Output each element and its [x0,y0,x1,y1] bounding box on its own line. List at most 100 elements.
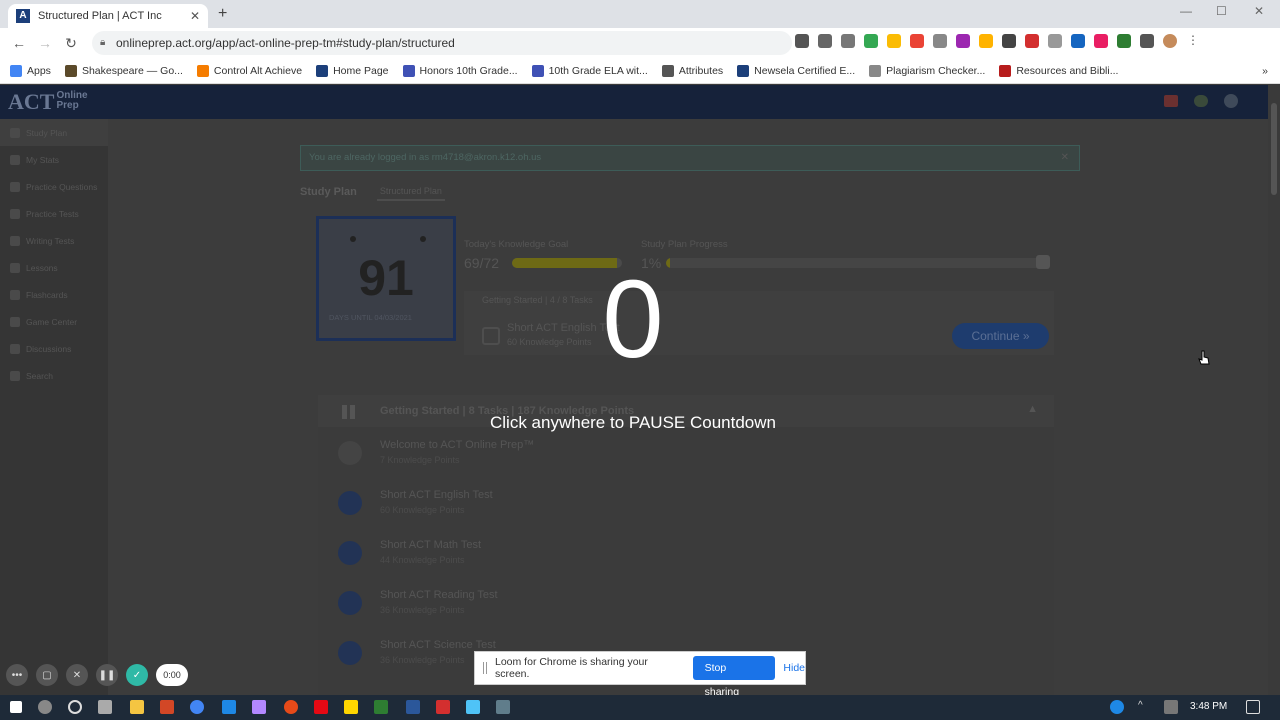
word-icon[interactable] [406,700,420,714]
scrollbar-thumb[interactable] [1271,103,1277,195]
bookmark-item[interactable]: Home Page [316,64,389,77]
powerpoint-icon[interactable] [160,700,174,714]
app-icon[interactable] [252,700,266,714]
user-icon[interactable] [1224,94,1238,108]
scrollbar[interactable] [1268,85,1280,695]
recording-timer: 0:00 [156,664,188,686]
bookmark-item[interactable]: Newsela Certified E... [737,64,855,77]
back-icon[interactable]: ← [6,35,32,51]
bookmark-item[interactable]: Attributes [661,64,723,77]
windows-start-icon[interactable] [10,701,22,713]
close-alert-icon[interactable]: ✕ [1061,146,1069,170]
app-icon[interactable] [466,700,480,714]
bookmark-label: Apps [27,64,51,77]
more-icon[interactable]: ••• [6,664,28,686]
app-icon[interactable] [374,700,388,714]
netflix-icon[interactable] [314,700,328,714]
list-item[interactable]: Short ACT Math Test 44 Knowledge Points [318,533,1054,581]
bookmark-item[interactable]: Control Alt Achieve [196,64,303,77]
task-name: Welcome to ACT Online Prep™ [380,439,535,451]
bookmark-item[interactable]: Resources and Bibli... [999,64,1118,77]
list-item[interactable]: Short ACT Reading Test 36 Knowledge Point… [318,583,1054,631]
stop-sharing-button[interactable]: Stop sharing [692,656,776,698]
drag-handle[interactable] [483,662,487,674]
act-favicon: A [16,9,30,23]
extension-icon[interactable] [956,34,970,48]
task-name: Short ACT Reading Test [380,589,498,601]
extension-icon[interactable] [1071,34,1085,48]
maximize-icon[interactable]: ☐ [1216,4,1227,18]
cancel-icon[interactable]: ✕ [66,664,88,686]
camera-toggle-icon[interactable]: ▢ [36,664,58,686]
file-explorer-icon[interactable] [130,700,144,714]
task-name: Short ACT English Test [380,489,493,501]
check-icon[interactable] [1117,34,1131,48]
screen-share-bar: Loom for Chrome is sharing your screen. … [474,651,806,698]
reload-icon[interactable]: ↻ [58,35,84,52]
close-window-icon[interactable]: ✕ [1254,4,1264,18]
finish-recording-icon[interactable]: ✓ [126,664,148,686]
bookmark-item[interactable]: Shakespeare — Go... [64,64,183,77]
extension-icon[interactable] [1094,34,1108,48]
extension-icon[interactable] [933,34,947,48]
edge-icon[interactable] [222,700,236,714]
sidebar-item[interactable]: Study Plan [0,119,108,146]
tab-structured-plan[interactable]: Structured Plan [376,186,445,201]
edit-icon [338,641,362,665]
bookmarks-overflow-icon[interactable]: » [1262,65,1268,77]
bookmark-icon [531,64,544,77]
help-icon[interactable] [1110,700,1124,714]
pause-icon[interactable]: ❚❚ [96,664,118,686]
extension-icon[interactable] [864,34,878,48]
bookmark-item[interactable]: Plagiarism Checker... [869,64,985,77]
extension-icon[interactable] [979,34,993,48]
list-item[interactable]: Welcome to ACT Online Prep™ 7 Knowledge P… [318,433,1054,481]
mail-icon[interactable] [1164,95,1178,107]
menu-icon[interactable]: ⋮ [1186,34,1200,48]
bookmark-item[interactable]: Apps [10,64,51,77]
sidebar-item[interactable]: Practice Questions [0,173,108,200]
close-tab-icon[interactable]: ✕ [190,9,200,23]
search-icon[interactable] [38,700,52,714]
chrome-icon[interactable] [190,700,204,714]
bookmark-item[interactable]: 10th Grade ELA wit... [531,64,648,77]
extension-icon[interactable] [1002,34,1016,48]
pen-icon[interactable] [1164,700,1178,714]
sticky-notes-icon[interactable] [344,700,358,714]
notifications-icon[interactable] [1246,700,1260,714]
camera-icon[interactable] [795,34,809,48]
drive-icon[interactable] [887,34,901,48]
address-bar[interactable]: 🔒︎ onlineprep.act.org/app/act-online-pre… [92,31,792,55]
zoom-icon[interactable] [818,34,832,48]
sidebar-item[interactable]: Practice Tests [0,200,108,227]
sidebar-item[interactable]: My Stats [0,146,108,173]
list-item[interactable]: Short ACT English Test 60 Knowledge Point… [318,483,1054,531]
avatar[interactable] [1163,34,1177,48]
countdown-message[interactable]: Click anywhere to PAUSE Countdown [0,413,1266,433]
extension-icon[interactable] [1025,34,1039,48]
puzzle-icon[interactable] [1140,34,1154,48]
minimize-icon[interactable]: — [1180,4,1192,18]
acrobat-icon[interactable] [436,700,450,714]
bookmark-label: Control Alt Achieve [213,64,303,77]
calculator-icon[interactable] [496,700,510,714]
extension-icon[interactable] [910,34,924,48]
star-icon[interactable] [841,34,855,48]
new-tab-button[interactable]: + [218,5,227,23]
edit-icon [338,541,362,565]
app-icon[interactable] [284,700,298,714]
cloud-icon[interactable] [1194,95,1208,107]
hide-button[interactable]: Hide [783,662,805,674]
chevron-up-icon[interactable]: ^ [1138,700,1152,714]
task-view-icon[interactable] [98,700,112,714]
bookmark-icon [869,64,882,77]
forward-icon[interactable]: → [32,35,58,51]
task-points: 36 Knowledge Points [380,605,465,615]
cortana-icon[interactable] [68,700,82,714]
sidebar-item[interactable]: Writing Tests [0,227,108,254]
browser-tab[interactable]: A Structured Plan | ACT Inc ✕ [8,4,208,28]
bookmark-item[interactable]: Honors 10th Grade... [402,64,518,77]
page-content[interactable]: ACT Online Prep Study Plan My Stats Practice… [0,85,1280,695]
extension-icon[interactable] [1048,34,1062,48]
url-text: onlineprep.act.org/app/act-online-prep-t… [116,36,455,50]
